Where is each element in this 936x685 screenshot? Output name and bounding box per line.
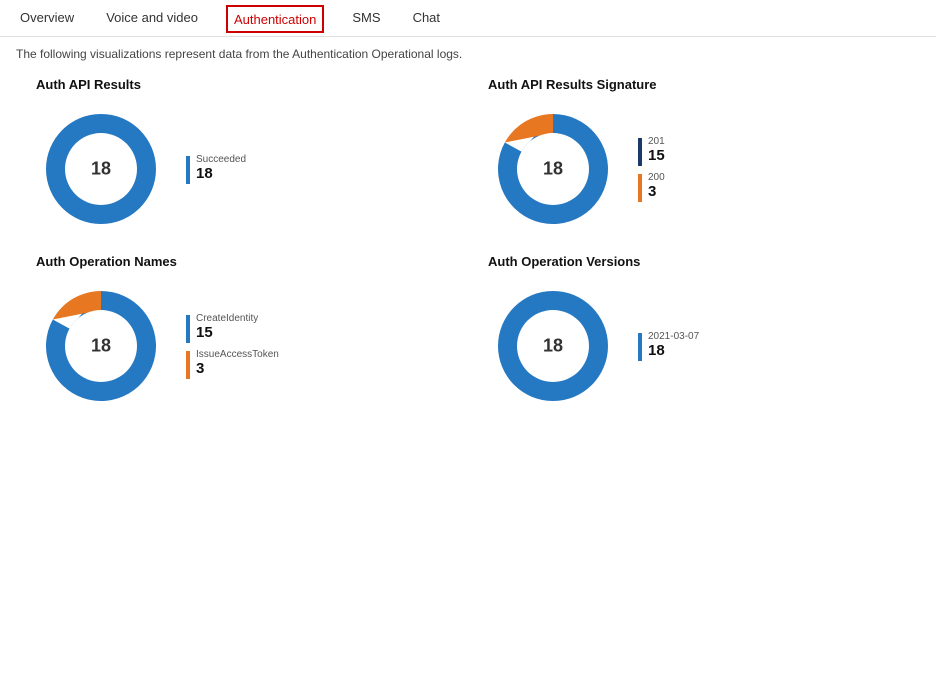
legend-label: CreateIdentity [196,313,258,324]
legend-label: 2021-03-07 [648,331,699,342]
legend-text: CreateIdentity15 [196,313,258,342]
chart-content-auth-operation-names: 18 CreateIdentity15 IssueAccessToken3 [36,281,448,411]
legend-color-bar [638,138,642,166]
legend-auth-operation-names: CreateIdentity15 IssueAccessToken3 [186,313,279,379]
legend-label: 200 [648,172,665,183]
legend-item: 20115 [638,136,665,166]
legend-color-bar [186,315,190,343]
legend-value: 15 [196,324,258,342]
legend-item: IssueAccessToken3 [186,349,279,379]
legend-auth-api-results-signature: 20115 2003 [638,136,665,202]
legend-text: IssueAccessToken3 [196,349,279,378]
donut-auth-api-results-signature: 18 [488,104,618,234]
chart-section-auth-api-results: Auth API Results18Succeeded18 [16,77,468,234]
nav-item-voice-and-video[interactable]: Voice and video [102,0,202,37]
legend-auth-operation-versions: 2021-03-0718 [638,331,699,361]
donut-auth-api-results: 18 [36,104,166,234]
donut-auth-operation-versions: 18 [488,281,618,411]
chart-section-auth-operation-names: Auth Operation Names 18 CreateIdentity15 Is… [16,254,468,411]
chart-section-auth-operation-versions: Auth Operation Versions182021-03-0718 [468,254,920,411]
chart-section-auth-api-results-signature: Auth API Results Signature 18 20115 2003 [468,77,920,234]
legend-label: Succeeded [196,154,246,165]
legend-text: 2003 [648,172,665,201]
legend-value: 3 [196,360,279,378]
legend-text: Succeeded18 [196,154,246,183]
nav-item-overview[interactable]: Overview [16,0,78,37]
legend-color-bar [638,333,642,361]
legend-auth-api-results: Succeeded18 [186,154,246,184]
donut-auth-operation-names: 18 [36,281,166,411]
donut-center-value-auth-operation-names: 18 [91,336,111,357]
charts-container: Auth API Results18Succeeded18Auth API Re… [0,77,936,427]
legend-item: 2003 [638,172,665,202]
chart-title-auth-operation-versions: Auth Operation Versions [488,254,900,269]
nav-item-sms[interactable]: SMS [348,0,384,37]
legend-text: 20115 [648,136,665,165]
legend-value: 18 [648,342,699,360]
navigation-bar: Overview Voice and video Authentication SMS… [0,0,936,37]
legend-text: 2021-03-0718 [648,331,699,360]
legend-item: 2021-03-0718 [638,331,699,361]
page-subtitle: The following visualizations represent d… [0,37,936,77]
chart-title-auth-api-results: Auth API Results [36,77,448,92]
chart-content-auth-api-results: 18Succeeded18 [36,104,448,234]
chart-content-auth-api-results-signature: 18 20115 2003 [488,104,900,234]
legend-item: Succeeded18 [186,154,246,184]
nav-item-authentication[interactable]: Authentication [226,5,324,33]
legend-value: 18 [196,165,246,183]
legend-label: IssueAccessToken [196,349,279,360]
chart-title-auth-api-results-signature: Auth API Results Signature [488,77,900,92]
chart-title-auth-operation-names: Auth Operation Names [36,254,448,269]
legend-item: CreateIdentity15 [186,313,279,343]
chart-content-auth-operation-versions: 182021-03-0718 [488,281,900,411]
legend-value: 3 [648,183,665,201]
donut-center-value-auth-operation-versions: 18 [543,336,563,357]
legend-value: 15 [648,147,665,165]
legend-label: 201 [648,136,665,147]
legend-color-bar [186,351,190,379]
donut-center-value-auth-api-results-signature: 18 [543,159,563,180]
donut-center-value-auth-api-results: 18 [91,159,111,180]
nav-item-chat[interactable]: Chat [409,0,444,37]
legend-color-bar [638,174,642,202]
legend-color-bar [186,156,190,184]
